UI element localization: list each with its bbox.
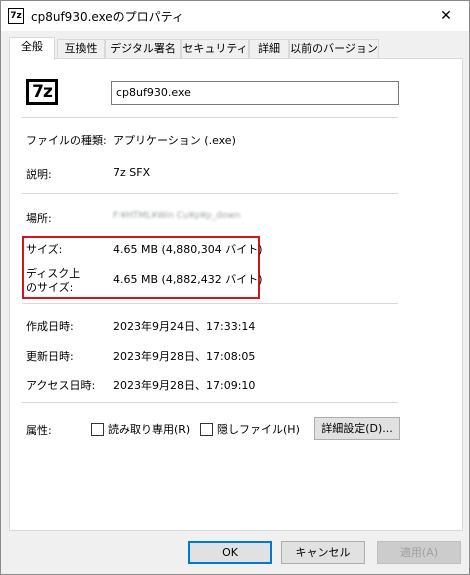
tab-compatibility[interactable]: 互換性 (57, 39, 105, 59)
readonly-checkbox-group[interactable]: 読み取り専用(R) (91, 421, 190, 437)
hidden-checkbox[interactable] (200, 422, 213, 436)
tab-details[interactable]: 詳細 (249, 39, 289, 59)
readonly-label: 読み取り専用(R) (108, 423, 191, 436)
separator (22, 193, 398, 194)
created-value: 2023年9月24日、17:33:14 (113, 320, 256, 333)
tab-digital-signatures[interactable]: デジタル署名 (105, 39, 181, 59)
advanced-button[interactable]: 詳細設定(D)... (314, 417, 400, 440)
window-title: cp8uf930.exeのプロパティ (31, 10, 184, 24)
separator (22, 303, 398, 304)
description-value: 7z SFX (113, 166, 151, 179)
file-type-label: ファイルの種類: (26, 134, 107, 147)
attributes-label: 属性: (26, 424, 52, 437)
file-type-value: アプリケーション (.exe) (113, 134, 236, 147)
separator (22, 117, 398, 118)
readonly-checkbox[interactable] (91, 422, 104, 436)
accessed-label: アクセス日時: (26, 379, 96, 392)
disk-size-label-line2: のサイズ: (26, 281, 74, 294)
created-label: 作成日時: (26, 320, 74, 333)
location-value: F:¥HTML¥Win Cu¥p¥p_down (113, 211, 241, 221)
tab-previous-versions[interactable]: 以前のバージョン (289, 39, 379, 59)
tab-general[interactable]: 全般 (9, 37, 55, 60)
tab-security[interactable]: セキュリティ (181, 39, 249, 59)
size-value: 4.65 MB (4,880,304 バイト) (113, 243, 263, 256)
accessed-value: 2023年9月28日、17:09:10 (113, 379, 256, 392)
hidden-label: 隠しファイル(H) (217, 423, 300, 436)
location-label: 場所: (26, 212, 52, 225)
title-bar: 7z cp8uf930.exeのプロパティ ✕ (1, 1, 469, 31)
close-icon[interactable]: ✕ (423, 1, 469, 31)
size-label: サイズ: (26, 243, 63, 256)
modified-value: 2023年9月28日、17:08:05 (113, 350, 256, 363)
7zip-app-icon: 7z (8, 8, 24, 24)
description-label: 説明: (26, 168, 52, 181)
general-panel: 7z cp8uf930.exe ファイルの種類: アプリケーション (.exe)… (9, 58, 463, 531)
disk-size-value: 4.65 MB (4,882,432 バイト) (113, 273, 263, 286)
cancel-button[interactable]: キャンセル (281, 541, 365, 564)
7zip-file-icon: 7z (26, 79, 58, 105)
modified-label: 更新日時: (26, 350, 74, 363)
ok-button[interactable]: OK (188, 541, 272, 564)
apply-button[interactable]: 適用(A) (377, 541, 461, 564)
separator (22, 402, 398, 403)
hidden-checkbox-group[interactable]: 隠しファイル(H) (200, 421, 300, 437)
properties-dialog: 7z cp8uf930.exeのプロパティ ✕ 全般 互換性 デジタル署名 セキ… (0, 0, 470, 575)
tab-strip: 全般 互換性 デジタル署名 セキュリティ 詳細 以前のバージョン (9, 37, 463, 60)
file-name-input[interactable]: cp8uf930.exe (111, 81, 399, 105)
